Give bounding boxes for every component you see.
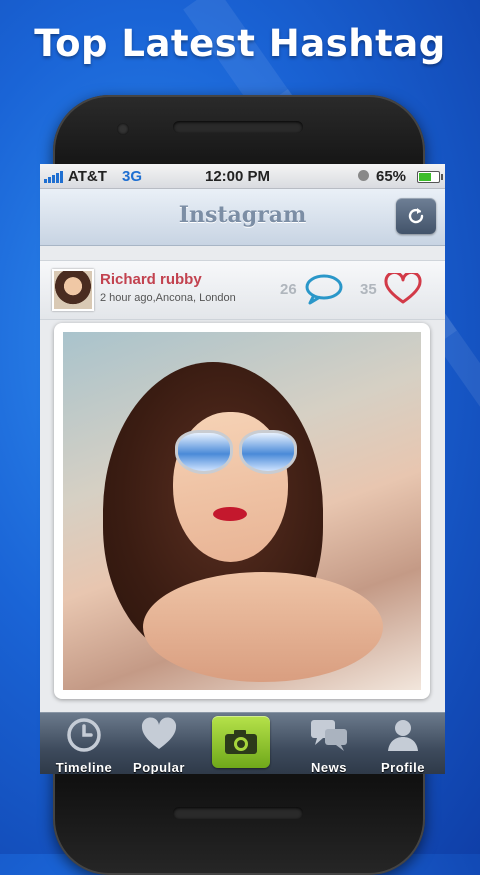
tab-label: Profile xyxy=(381,760,425,774)
tab-timeline[interactable]: Timeline xyxy=(45,717,123,774)
camera-icon xyxy=(225,730,257,754)
app-title: Instagram xyxy=(178,202,307,228)
promo-headline: Top Latest Hashtag xyxy=(34,22,446,65)
carrier-name: AT&T xyxy=(68,168,107,185)
battery-percent: 65% xyxy=(376,168,407,185)
signal-bars-icon xyxy=(44,171,63,183)
comment-count: 26 xyxy=(280,281,297,298)
person-icon xyxy=(388,720,418,751)
tab-camera[interactable] xyxy=(212,716,270,768)
app-screen: AT&T 3G 12:00 PM 65% Instagram Richard r… xyxy=(40,164,445,774)
tab-profile[interactable]: Profile xyxy=(364,717,442,774)
heart-icon xyxy=(141,717,177,749)
heart-icon[interactable] xyxy=(384,273,422,305)
nav-bar: Instagram xyxy=(40,189,445,246)
battery-icon xyxy=(417,171,443,183)
chat-bubbles-icon xyxy=(311,720,347,751)
post-username[interactable]: Richard rubby xyxy=(100,271,202,288)
post-header: Richard rubby 2 hour ago,Ancona, London … xyxy=(40,260,445,320)
status-bar: AT&T 3G 12:00 PM 65% xyxy=(40,164,445,189)
post-meta: 2 hour ago,Ancona, London xyxy=(100,292,236,304)
tab-label: News xyxy=(311,760,347,774)
post-photo[interactable] xyxy=(63,332,421,690)
network-type: 3G xyxy=(122,168,143,185)
post-photo-card xyxy=(54,323,430,699)
tab-popular[interactable]: Popular xyxy=(120,717,198,774)
tab-label: Timeline xyxy=(55,760,113,774)
tab-news[interactable]: News xyxy=(290,717,368,774)
like-count: 35 xyxy=(360,281,377,298)
clock-icon xyxy=(67,718,101,752)
tab-label: Popular xyxy=(133,760,185,774)
phone-bottom-speaker xyxy=(173,807,303,819)
alarm-icon xyxy=(358,170,369,181)
status-time: 12:00 PM xyxy=(205,168,271,185)
comment-bubble-icon[interactable] xyxy=(304,273,344,305)
tab-bar: Timeline Popular News Profile xyxy=(40,712,445,774)
refresh-button[interactable] xyxy=(396,198,436,234)
phone-speaker xyxy=(173,121,303,133)
phone-camera xyxy=(117,123,129,135)
avatar[interactable] xyxy=(52,269,94,311)
refresh-icon xyxy=(408,208,424,224)
